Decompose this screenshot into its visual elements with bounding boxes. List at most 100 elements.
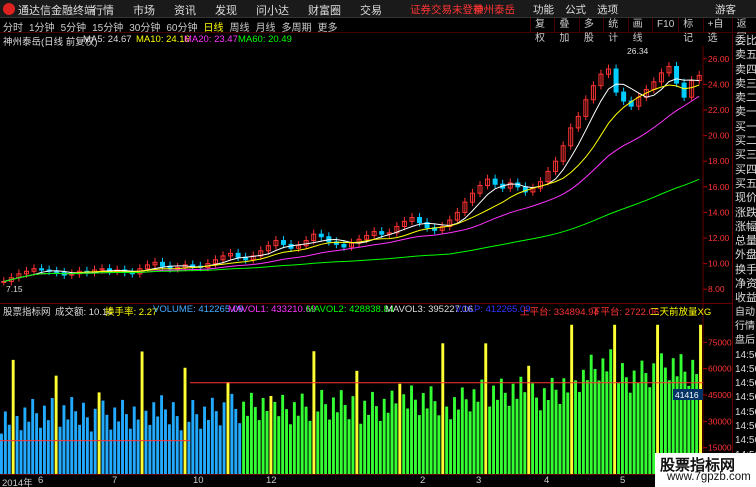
toolbar-button-4[interactable]: 画线 (627, 18, 652, 44)
period-tab-4[interactable]: 30分钟 (129, 19, 160, 34)
volume-bar (152, 402, 156, 474)
candle-body (613, 68, 619, 93)
side-row-25[interactable]: 14:56 (733, 391, 756, 405)
volume-bar (296, 415, 300, 474)
volume-bar (496, 399, 499, 474)
guest-label[interactable]: 游客 (715, 2, 736, 17)
volume-bar (93, 408, 97, 474)
volume-bar (566, 392, 570, 474)
side-row-26[interactable]: 14:56 (733, 406, 756, 420)
period-bar: 分时 1分钟 5分钟 15分钟 30分钟 60分钟 日线 周线 月线 多周期 更多 复权 叠加 多股 统计… (0, 18, 756, 44)
period-tab-2[interactable]: 5分钟 (61, 19, 87, 34)
side-row-16[interactable]: 换手 (733, 263, 756, 277)
volume-bar (511, 383, 515, 474)
volume-bar (82, 402, 85, 474)
volume-bar (620, 363, 624, 474)
side-row-2[interactable]: 卖四 (733, 63, 756, 77)
period-tab-5[interactable]: 60分钟 (166, 19, 197, 34)
menu-item-options[interactable]: 选项 (597, 4, 618, 16)
chart-area[interactable]: 26.00 24.00 22.00 20.00 18.00 16.00 14.00 12.00… (0, 46, 732, 474)
side-row-18[interactable]: 收益 (733, 291, 756, 305)
period-tab-0[interactable]: 分时 (3, 19, 23, 34)
menu-item-discover[interactable]: 发现 (215, 2, 237, 18)
period-tab-1[interactable]: 1分钟 (29, 19, 55, 34)
toolbar-button-1[interactable]: 叠加 (554, 18, 578, 44)
toolbar-button-8[interactable]: 返回 (731, 18, 756, 44)
date-label-7: 4 (544, 475, 550, 486)
low-price-label: 7.15 (6, 284, 23, 294)
side-row-15[interactable]: 外盘 (733, 248, 756, 262)
side-row-9[interactable]: 买四 (733, 163, 756, 177)
side-row-12[interactable]: 涨跌 (733, 206, 756, 220)
toolbar-button-3[interactable]: 统计 (603, 18, 627, 44)
side-row-22[interactable]: 14:56 (733, 349, 756, 363)
volume-bar (66, 419, 70, 474)
side-row-6[interactable]: 买一 (733, 120, 756, 134)
menu-item-news[interactable]: 资讯 (174, 2, 196, 18)
period-tab-9[interactable]: 多周期 (282, 19, 312, 34)
volume-bar (308, 420, 312, 474)
period-tab-6[interactable]: 日线 (204, 19, 224, 34)
side-row-8[interactable]: 买三 (733, 148, 756, 162)
volume-bar (257, 420, 261, 474)
side-row-11[interactable]: 现价 (733, 191, 756, 205)
volume-bar (261, 397, 265, 474)
side-row-7[interactable]: 买二 (733, 134, 756, 148)
toolbar-button-2[interactable]: 多股 (578, 18, 603, 44)
side-row-17[interactable]: 净资 (733, 277, 756, 291)
indicator-name[interactable]: 股票指标网 (3, 304, 51, 318)
period-tab-8[interactable]: 月线 (256, 19, 276, 34)
menu-item-wealth[interactable]: 财富圈 (308, 2, 341, 18)
side-row-14[interactable]: 总量 (733, 234, 756, 248)
volume-bar (328, 419, 331, 474)
volume-bar (425, 408, 429, 474)
period-tab-10[interactable]: 更多 (318, 19, 338, 34)
side-row-3[interactable]: 卖三 (733, 77, 756, 91)
candle-body (417, 217, 423, 224)
period-tab-7[interactable]: 周线 (230, 19, 250, 34)
toolbar-button-0[interactable]: 复权 (530, 18, 554, 44)
volume-bar (441, 343, 445, 474)
side-row-13[interactable]: 涨幅 (733, 220, 756, 234)
y-tick-label: 8.00 (708, 284, 725, 294)
candle-body (280, 240, 286, 245)
ma5-label: MA5: 24.67 (83, 34, 132, 45)
side-row-5[interactable]: 卖一 (733, 105, 756, 119)
period-tab-3[interactable]: 15分钟 (92, 19, 123, 34)
toolbar-button-6[interactable]: 标记 (678, 18, 702, 44)
side-row-1[interactable]: 卖五 (733, 48, 756, 62)
toolbar-button-5[interactable]: F10 (652, 18, 678, 33)
side-row-4[interactable]: 卖二 (733, 91, 756, 105)
right-menu: 功能 公式 选项 (533, 2, 626, 17)
volume-bar (656, 324, 660, 474)
volume-bar (355, 370, 359, 474)
menu-item-formula[interactable]: 公式 (565, 4, 586, 16)
volume-bar (570, 324, 574, 474)
side-row-28[interactable]: 14:56 (733, 434, 756, 448)
volume-bar (109, 429, 113, 474)
volume-bar (449, 419, 453, 474)
side-row-27[interactable]: 14:56 (733, 420, 756, 434)
menu-item-quotes[interactable]: 行情 (92, 2, 114, 18)
menu-item-ask[interactable]: 问小达 (256, 2, 289, 18)
ma-legend: 神州泰岳(日线 前复权) MA5: 24.67 MA10: 24.16 MA20… (0, 34, 732, 48)
y-tick-label: 14.00 (708, 207, 730, 217)
side-row-23[interactable]: 14:56 (733, 363, 756, 377)
side-row-24[interactable]: 14:56 (733, 377, 756, 391)
volume-bar (390, 390, 394, 474)
volume-bar (277, 416, 281, 474)
date-axis: 2014年 6 7 10 12 2 3 4 5 (0, 474, 732, 487)
side-row-19[interactable]: 自动 (733, 306, 756, 320)
menu-item-market[interactable]: 市场 (133, 2, 155, 18)
menu-item-function[interactable]: 功能 (533, 4, 554, 16)
side-row-20[interactable]: 行情 (733, 320, 756, 334)
menu-item-trade[interactable]: 交易 (360, 2, 382, 18)
volume-bar (456, 409, 460, 474)
side-row-0[interactable]: 委比 (733, 34, 756, 48)
side-row-21[interactable]: 盘后 (733, 334, 756, 348)
toolbar-button-7[interactable]: +自选 (702, 18, 732, 44)
volume-bar (167, 424, 171, 474)
side-row-10[interactable]: 买五 (733, 177, 756, 191)
volume-bar (160, 395, 164, 474)
volume-bar (558, 403, 562, 474)
